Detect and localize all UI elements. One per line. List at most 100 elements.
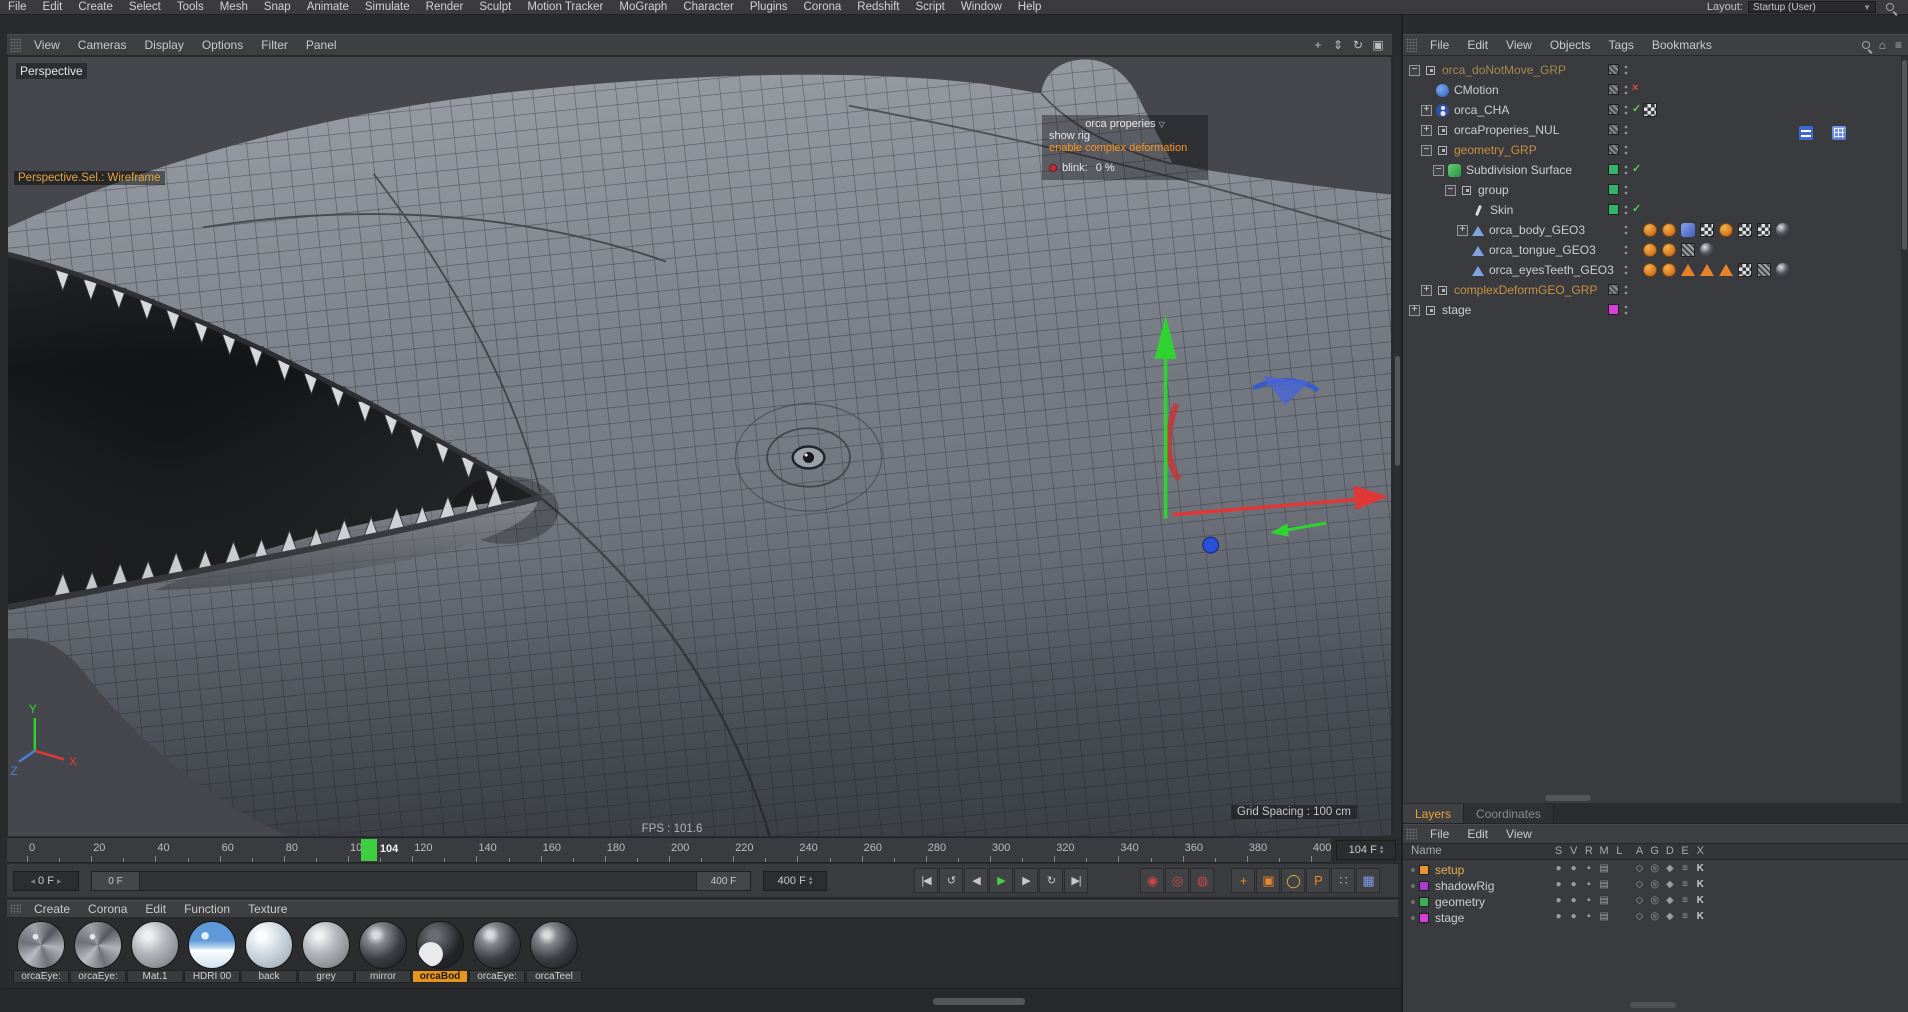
dot-tag[interactable]: [1643, 223, 1657, 237]
expander-toggle[interactable]: +: [1421, 124, 1432, 136]
autokey-button[interactable]: ◎: [1165, 868, 1189, 893]
dot-tag[interactable]: [1643, 263, 1657, 277]
layer-color-chip[interactable]: [1419, 881, 1429, 891]
object-row[interactable]: + orcaProperies_NUL: [1403, 120, 1908, 140]
checker-tag[interactable]: [1738, 263, 1752, 277]
record-parameter-button[interactable]: P: [1306, 868, 1330, 893]
visibility-dots[interactable]: [1624, 184, 1628, 196]
viewport-menu-view[interactable]: View: [25, 38, 69, 52]
object-manager-menu-tags[interactable]: Tags: [1600, 38, 1643, 52]
menu-mograph[interactable]: MoGraph: [611, 1, 675, 13]
range-start-spinner[interactable]: ◂ 0 F ▸: [13, 871, 79, 891]
hatch-tag[interactable]: [1681, 243, 1695, 257]
visibility-dots[interactable]: [1624, 164, 1628, 176]
goto-start-button[interactable]: |◀: [914, 868, 938, 893]
material-menu-corona[interactable]: Corona: [79, 902, 136, 916]
layout-dropdown[interactable]: Startup (User) ▼: [1748, 1, 1876, 13]
checker-tag[interactable]: [1738, 223, 1752, 237]
menu-tools[interactable]: Tools: [169, 1, 212, 13]
layer-color-chip[interactable]: [1419, 865, 1429, 875]
timeline-ruler[interactable]: 0 20 40 60 80 100 120 140 160 180 200 220 240 260 280 3…: [7, 837, 1331, 863]
layer-toggle[interactable]: ▪: [1581, 863, 1596, 874]
material-thumbnail[interactable]: [188, 921, 236, 969]
current-frame-spinner[interactable]: 104 F ▴ ▾: [1336, 840, 1396, 860]
layer-toggle[interactable]: ≡: [1678, 911, 1693, 922]
layer-toggle[interactable]: ◇: [1632, 895, 1647, 906]
spinner-arrows-icon[interactable]: ▴ ▾: [809, 875, 813, 887]
object-row[interactable]: Skin ✓: [1403, 200, 1908, 220]
hud-show-rig[interactable]: show rig: [1049, 130, 1201, 142]
tab-layers[interactable]: Layers: [1403, 804, 1465, 823]
material-thumbnail[interactable]: [473, 921, 521, 969]
object-row[interactable]: CMotion ×: [1403, 80, 1908, 100]
hatch-tag[interactable]: [1757, 263, 1771, 277]
search-icon[interactable]: [1886, 3, 1894, 11]
layer-toggle[interactable]: K: [1693, 879, 1708, 890]
menu-mesh[interactable]: Mesh: [212, 1, 256, 13]
visibility-dots[interactable]: [1624, 244, 1628, 256]
expander-toggle[interactable]: −: [1409, 64, 1420, 76]
record-keyframe-button[interactable]: ◉: [1140, 868, 1164, 893]
layer-toggle[interactable]: ▪: [1581, 911, 1596, 922]
checker-tag[interactable]: [1700, 223, 1714, 237]
checker-tag[interactable]: [1757, 223, 1771, 237]
previous-key-button[interactable]: ↺: [939, 868, 963, 893]
object-row[interactable]: + stage: [1403, 300, 1908, 320]
snap-settings-button[interactable]: ▦: [1356, 868, 1380, 893]
material-thumbnail[interactable]: [359, 921, 407, 969]
rotate-view-icon[interactable]: ↻: [1348, 38, 1368, 52]
scrollbar-thumb[interactable]: [1395, 356, 1400, 466]
enable-toggle-check[interactable]: ✓: [1632, 102, 1641, 115]
layer-row[interactable]: geometry ● ● ▪ ▤ ◇ ◎ ◆ ≡ K: [1403, 894, 1908, 910]
layer-color-chip[interactable]: [1608, 284, 1619, 295]
layer-toggle[interactable]: ●: [1551, 863, 1566, 874]
layer-toggle[interactable]: ◆: [1662, 911, 1677, 922]
bluegrid-tag[interactable]: [1832, 126, 1847, 140]
object-row[interactable]: + complexDeformGEO_GRP: [1403, 280, 1908, 300]
horizontal-scrollbar-thumb[interactable]: [933, 998, 1025, 1005]
layer-toggle[interactable]: K: [1693, 895, 1708, 906]
layer-toggle[interactable]: ●: [1566, 863, 1581, 874]
range-slider-right-grip[interactable]: 400 F: [696, 872, 750, 890]
menu-redshift[interactable]: Redshift: [849, 1, 907, 13]
layer-toggle[interactable]: ▪: [1581, 895, 1596, 906]
object-row[interactable]: − geometry_GRP: [1403, 140, 1908, 160]
layer-color-chip[interactable]: [1608, 164, 1619, 175]
next-frame-button[interactable]: ▶: [1014, 868, 1038, 893]
layer-color-chip[interactable]: [1608, 84, 1619, 95]
layer-toggle[interactable]: ●: [1551, 911, 1566, 922]
layer-toggle[interactable]: ▤: [1597, 863, 1612, 874]
visibility-dots[interactable]: [1624, 84, 1628, 96]
goto-end-button[interactable]: ▶|: [1064, 868, 1088, 893]
hud-blink-row[interactable]: blink: 0 %: [1049, 162, 1201, 174]
layer-toggle[interactable]: ≡: [1678, 863, 1693, 874]
viewport-menu-cameras[interactable]: Cameras: [69, 38, 136, 52]
menu-animate[interactable]: Animate: [299, 1, 357, 13]
layer-color-chip[interactable]: [1608, 124, 1619, 135]
dot-tag[interactable]: [1662, 263, 1676, 277]
layer-toggle[interactable]: ◇: [1632, 911, 1647, 922]
expander-toggle[interactable]: +: [1421, 284, 1432, 296]
layer-color-chip[interactable]: [1608, 204, 1619, 215]
orca-eye[interactable]: [791, 445, 826, 470]
material-thumbnail[interactable]: [17, 921, 65, 969]
layer-toggle[interactable]: ▪: [1581, 879, 1596, 890]
layer-color-chip[interactable]: [1608, 304, 1619, 315]
menu-render[interactable]: Render: [418, 1, 472, 13]
sphere-tag[interactable]: [1776, 263, 1790, 277]
record-pla-button[interactable]: ∷: [1331, 868, 1355, 893]
object-row[interactable]: − Subdivision Surface ✓: [1403, 160, 1908, 180]
record-rotation-button[interactable]: ◯: [1281, 868, 1305, 893]
object-manager-menu-objects[interactable]: Objects: [1541, 38, 1600, 52]
next-key-button[interactable]: ↻: [1039, 868, 1063, 893]
material-thumbnail[interactable]: [416, 921, 464, 969]
layer-toggle[interactable]: ◎: [1647, 879, 1662, 890]
material-menu-edit[interactable]: Edit: [136, 902, 175, 916]
visibility-dots[interactable]: [1624, 64, 1628, 76]
layer-toggle[interactable]: ▤: [1597, 879, 1612, 890]
enable-toggle-cross[interactable]: ×: [1632, 82, 1638, 94]
material-thumbnail[interactable]: [131, 921, 179, 969]
layer-toggle[interactable]: ●: [1551, 895, 1566, 906]
material-item[interactable]: HDRI 00: [184, 921, 240, 983]
material-menu-create[interactable]: Create: [25, 902, 79, 916]
